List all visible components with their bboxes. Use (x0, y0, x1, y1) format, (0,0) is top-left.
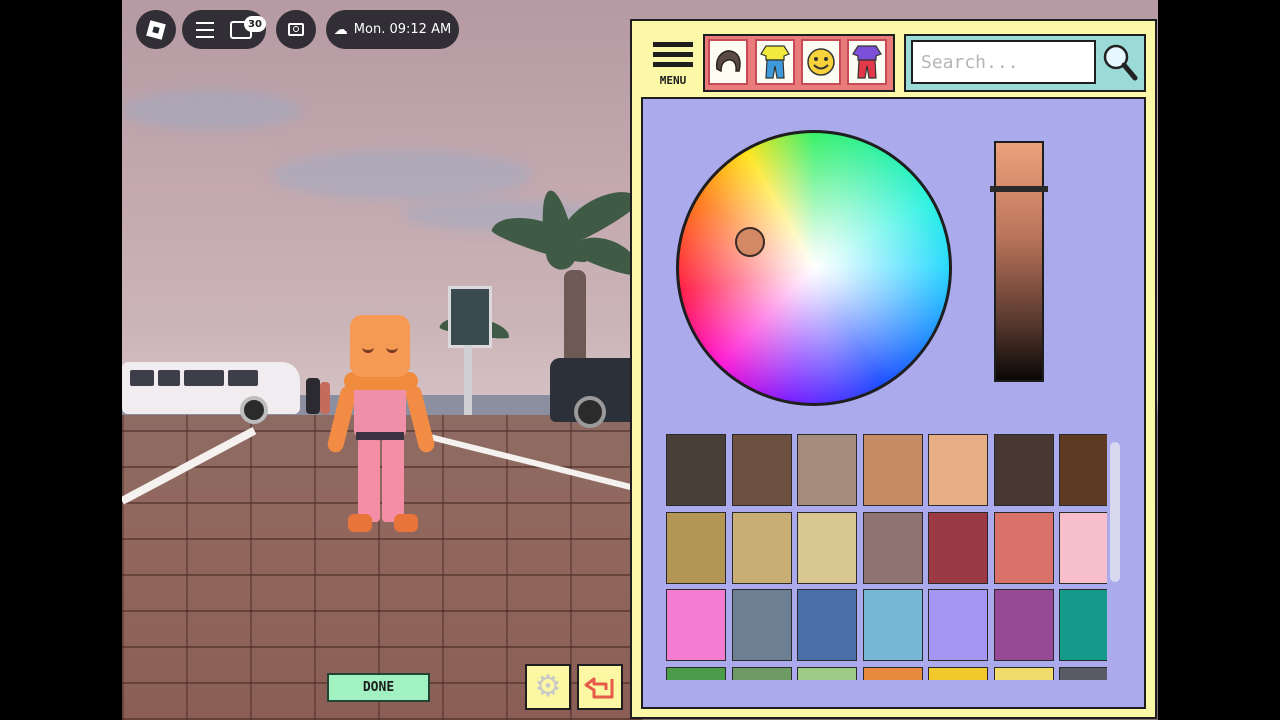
tab-outfit[interactable] (847, 39, 887, 85)
white-limousine (122, 362, 300, 424)
game-time: Mon. 09:12 AM (353, 22, 452, 37)
undo-button[interactable] (577, 664, 623, 710)
color-swatch[interactable] (797, 589, 857, 661)
avatar-head (350, 315, 410, 377)
avatar-leg (382, 438, 404, 522)
avatar-torso (354, 385, 406, 437)
gear-icon: ⚙ (534, 669, 562, 704)
avatar-shoe (348, 514, 372, 532)
roblox-menu-button[interactable] (136, 10, 176, 49)
color-swatch[interactable] (862, 511, 923, 584)
color-swatch[interactable] (1059, 589, 1107, 661)
billboard (448, 286, 492, 348)
color-swatch[interactable] (731, 434, 792, 506)
face-icon (807, 48, 835, 76)
color-swatch[interactable] (928, 434, 988, 506)
color-swatch[interactable] (862, 666, 923, 680)
color-swatch[interactable] (993, 511, 1054, 584)
rain-cloud-icon: ☁ (333, 21, 348, 38)
black-truck (550, 358, 642, 428)
color-swatch[interactable] (993, 434, 1054, 506)
menu-button[interactable]: MENU (651, 40, 695, 88)
npc-player[interactable] (320, 382, 330, 414)
color-swatch[interactable] (1059, 666, 1107, 680)
swatch-scrollbar[interactable] (1110, 442, 1120, 582)
color-swatch[interactable] (993, 666, 1054, 680)
weather-time-pill: ☁ Mon. 09:12 AM (326, 10, 459, 49)
avatar-shoe (394, 514, 418, 532)
color-swatch[interactable] (862, 434, 923, 506)
color-swatch[interactable] (862, 589, 923, 661)
color-swatch[interactable] (666, 511, 726, 584)
color-swatch[interactable] (1059, 434, 1107, 506)
color-swatch[interactable] (797, 511, 857, 584)
clothing-icon (760, 45, 790, 79)
color-swatch[interactable] (928, 511, 988, 584)
color-swatch[interactable] (731, 589, 792, 661)
billboard-pole (464, 345, 472, 415)
search-button[interactable] (1100, 40, 1140, 84)
color-swatch[interactable] (928, 589, 988, 661)
camera-icon (288, 23, 304, 36)
sky-cloud (122, 90, 302, 130)
color-swatch[interactable] (993, 589, 1054, 661)
color-swatch-grid (666, 434, 1107, 680)
search-icon (1103, 44, 1138, 81)
hair-icon (716, 50, 741, 73)
done-button[interactable]: DONE (327, 673, 430, 702)
hamburger-menu-icon[interactable] (196, 21, 214, 38)
undo-arrow-icon (584, 677, 614, 699)
color-wheel[interactable] (676, 130, 952, 406)
color-swatch[interactable] (797, 434, 857, 506)
brightness-slider-handle[interactable] (990, 186, 1048, 192)
color-wheel-marker[interactable] (735, 227, 765, 257)
search-input[interactable] (911, 40, 1096, 84)
roblox-logo-icon (146, 19, 166, 40)
avatar-leg (358, 438, 380, 522)
color-swatch[interactable] (666, 434, 726, 506)
color-swatch[interactable] (666, 589, 726, 661)
tab-clothing[interactable] (755, 39, 795, 85)
color-swatch[interactable] (666, 666, 726, 680)
brightness-slider[interactable] (994, 141, 1044, 382)
tab-face[interactable] (801, 39, 841, 85)
outfit-icon (852, 45, 882, 79)
npc-player[interactable] (306, 378, 320, 414)
sky-cloud (272, 150, 532, 200)
color-swatch[interactable] (797, 666, 857, 680)
settings-button[interactable]: ⚙ (525, 664, 571, 710)
menu-label: MENU (659, 74, 687, 87)
color-swatch[interactable] (731, 511, 792, 584)
avatar-belt (356, 432, 404, 440)
color-swatch[interactable] (1059, 511, 1107, 584)
camera-button[interactable] (276, 10, 316, 49)
chat-notification-badge: 30 (244, 16, 266, 32)
tab-hair[interactable] (708, 39, 748, 85)
color-swatch[interactable] (928, 666, 988, 680)
color-swatch[interactable] (731, 666, 792, 680)
